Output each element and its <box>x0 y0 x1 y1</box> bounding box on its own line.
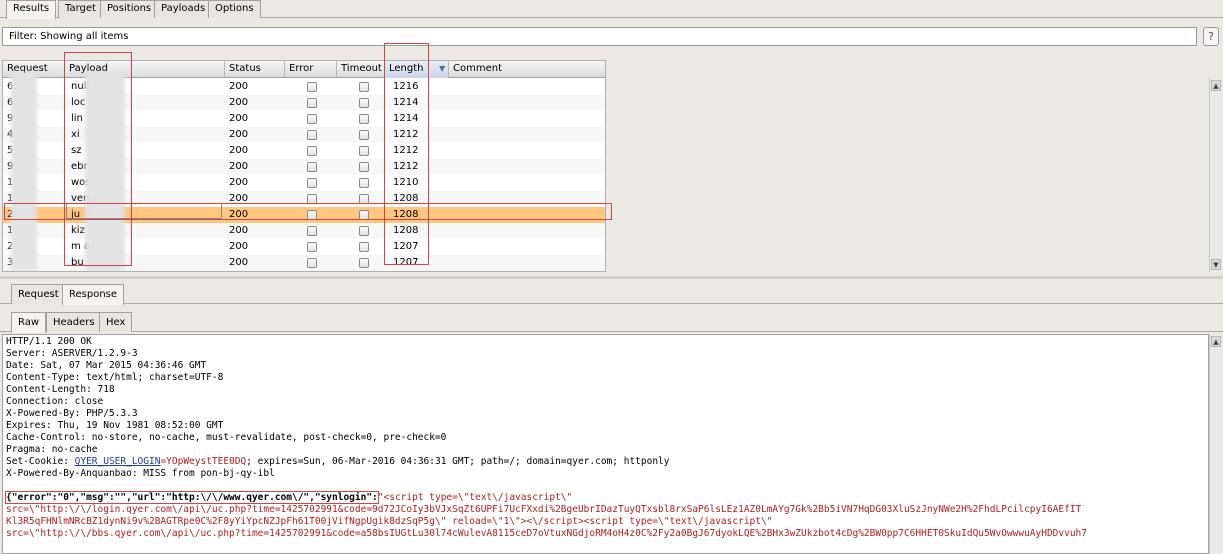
header-line: X-Powered-By-Anquanbao: MISS from pon-bj… <box>6 468 275 479</box>
error-checkbox <box>307 162 317 172</box>
highlight-length-column <box>384 43 429 265</box>
highlight-payload-column <box>64 52 132 266</box>
header-line: Content-Length: 718 <box>6 384 115 395</box>
cookie-name: QYER_USER_LOGIN <box>74 456 161 467</box>
cookie-prefix: Set-Cookie: <box>6 456 75 467</box>
message-tab-bar: Request Response <box>0 284 1223 305</box>
body-line: src=\"http:\/\/bbs.qyer.com\/api\/uc.php… <box>6 528 1087 539</box>
response-body[interactable]: HTTP/1.1 200 OK Server: ASERVER/1.2.9-3 … <box>2 334 1209 554</box>
timeout-checkbox <box>359 242 369 252</box>
cell-status: 200 <box>229 97 249 108</box>
json-body: "<script type=\"text\/javascript\" <box>377 492 573 503</box>
header-line: Connection: close <box>6 396 104 407</box>
header-line: Pragma: no-cache <box>6 444 98 455</box>
timeout-checkbox <box>359 146 369 156</box>
scroll-up-icon[interactable]: ▲ <box>1211 336 1221 347</box>
redaction-request <box>11 73 37 271</box>
tab-options[interactable]: Options <box>208 0 261 18</box>
timeout-checkbox <box>359 114 369 124</box>
timeout-checkbox <box>359 258 369 268</box>
header-line: Content-Type: text/html; charset=UTF-8 <box>6 372 224 383</box>
tab-request[interactable]: Request <box>11 284 66 304</box>
tab-raw[interactable]: Raw <box>11 312 47 333</box>
timeout-checkbox <box>359 162 369 172</box>
error-checkbox <box>307 98 317 108</box>
cell-status: 200 <box>229 161 249 172</box>
timeout-checkbox <box>359 178 369 188</box>
timeout-checkbox <box>359 226 369 236</box>
tab-payloads[interactable]: Payloads <box>154 0 213 18</box>
column-timeout[interactable]: Timeout <box>337 61 385 78</box>
body-line: src=\"http:\/\/login.qyer.com\/api\/uc.p… <box>6 504 1082 515</box>
error-checkbox <box>307 178 317 188</box>
header-line: X-Powered-By: PHP/5.3.3 <box>6 408 138 419</box>
tab-headers[interactable]: Headers <box>46 312 102 332</box>
header-line: Date: Sat, 07 Mar 2015 04:36:46 GMT <box>6 360 207 371</box>
scroll-up-icon[interactable]: ▲ <box>1211 80 1221 91</box>
tab-results[interactable]: Results <box>6 0 57 19</box>
cookie-value: =YOpWeystTEE0DQ <box>160 456 247 467</box>
tab-target[interactable]: Target <box>58 0 103 18</box>
scroll-down-icon[interactable]: ▼ <box>1211 259 1221 270</box>
cell-status: 200 <box>229 145 249 156</box>
error-checkbox <box>307 130 317 140</box>
response-scrollbar[interactable]: ▲ <box>1209 334 1221 554</box>
cell-status: 200 <box>229 177 249 188</box>
header-line: Server: ASERVER/1.2.9-3 <box>6 348 138 359</box>
highlight-selected-row <box>4 203 612 220</box>
view-tab-bar: Raw Headers Hex <box>0 312 1223 333</box>
json-login-result: {"error":"0","msg":"","url":"http:\/\/ww… <box>5 491 379 504</box>
error-checkbox <box>307 242 317 252</box>
cell-status: 200 <box>229 257 249 268</box>
error-checkbox <box>307 82 317 92</box>
set-cookie-line: Set-Cookie: QYER_USER_LOGIN=YOpWeystTEE0… <box>6 456 669 467</box>
json-line: {"error":"0","msg":"","url":"http:\/\/ww… <box>5 491 573 504</box>
tab-hex[interactable]: Hex <box>99 312 133 332</box>
tab-response[interactable]: Response <box>62 284 125 305</box>
cookie-suffix: ; expires=Sun, 06-Mar-2016 04:36:31 GMT;… <box>246 456 670 467</box>
header-line: HTTP/1.1 200 OK <box>6 336 92 347</box>
column-status[interactable]: Status <box>225 61 285 78</box>
error-checkbox <box>307 258 317 268</box>
header-line: Cache-Control: no-store, no-cache, must-… <box>6 432 447 443</box>
help-button[interactable]: ? <box>1203 27 1219 46</box>
body-line: Kl3R5qFHNlmNRcBZ1dynNi9v%2BAGTRpe0C%2F8y… <box>6 516 773 527</box>
error-checkbox <box>307 226 317 236</box>
cell-status: 200 <box>229 241 249 252</box>
column-comment[interactable]: Comment <box>449 61 605 78</box>
error-checkbox <box>307 146 317 156</box>
results-scrollbar[interactable]: ▲ ▼ <box>1209 78 1221 272</box>
sort-descending-icon: ▼ <box>439 64 446 73</box>
filter-bar[interactable]: Filter: Showing all items <box>2 27 1197 46</box>
cell-status: 200 <box>229 113 249 124</box>
split-divider[interactable] <box>0 276 1223 279</box>
error-checkbox <box>307 114 317 124</box>
timeout-checkbox <box>359 98 369 108</box>
timeout-checkbox <box>359 130 369 140</box>
timeout-checkbox <box>359 82 369 92</box>
column-error[interactable]: Error <box>285 61 337 78</box>
cell-status: 200 <box>229 225 249 236</box>
tab-positions[interactable]: Positions <box>100 0 159 18</box>
intruder-tab-bar: Results Target Positions Payloads Option… <box>0 0 1223 19</box>
cell-status: 200 <box>229 81 249 92</box>
cell-status: 200 <box>229 129 249 140</box>
header-line: Expires: Thu, 19 Nov 1981 08:52:00 GMT <box>6 420 224 431</box>
